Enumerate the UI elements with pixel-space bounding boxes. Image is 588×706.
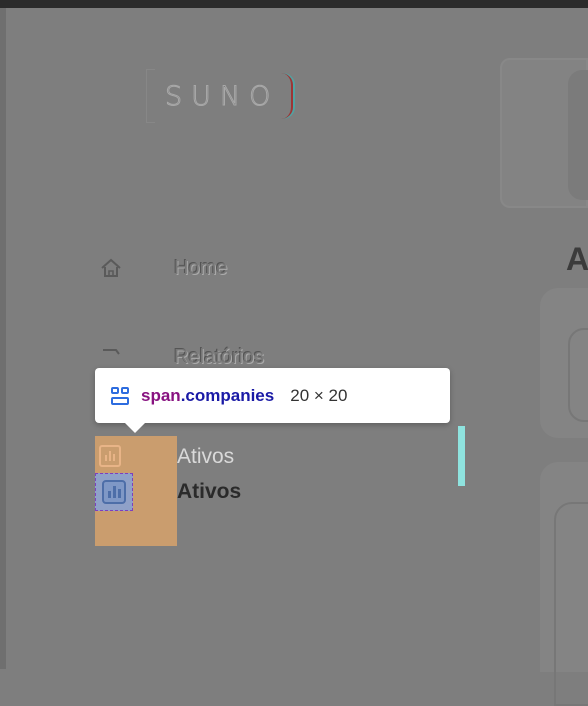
sidebar-item-label-ghost: Ativos — [177, 445, 235, 468]
sidebar-item-relatorios[interactable]: Relatórios — [98, 344, 264, 370]
chart-icon — [102, 480, 126, 504]
companies-icon-container[interactable] — [95, 473, 133, 511]
devtools-element-tooltip: span.companies 20 × 20 — [95, 368, 450, 433]
page-title: A — [566, 241, 588, 277]
tooltip-arrow — [125, 423, 145, 433]
tooltip-selector: span.companies — [141, 386, 274, 406]
logo-text: SUNO — [164, 80, 280, 112]
sidebar-item-ativos[interactable]: Ativos — [177, 480, 241, 504]
sidebar-item-home[interactable]: Home — [98, 255, 227, 281]
chart-icon — [99, 445, 121, 467]
logo-bracket-right — [281, 73, 294, 119]
content-card — [540, 462, 588, 706]
tooltip-class: .companies — [180, 385, 275, 405]
tooltip-size: 20 × 20 — [290, 385, 348, 405]
tooltip-tag: span — [141, 385, 181, 405]
reports-icon — [98, 344, 124, 370]
browser-top-bar — [0, 0, 588, 8]
sidebar-item-label: Relatórios — [174, 345, 265, 368]
grid-layout-icon — [111, 386, 129, 405]
content-card — [540, 288, 588, 438]
suno-logo[interactable]: SUNO — [146, 69, 294, 123]
sidebar-item-label: Home — [174, 256, 228, 279]
home-icon — [98, 255, 124, 281]
header-card — [500, 58, 588, 208]
active-item-indicator — [458, 426, 465, 486]
logo-bracket-left — [146, 69, 155, 123]
